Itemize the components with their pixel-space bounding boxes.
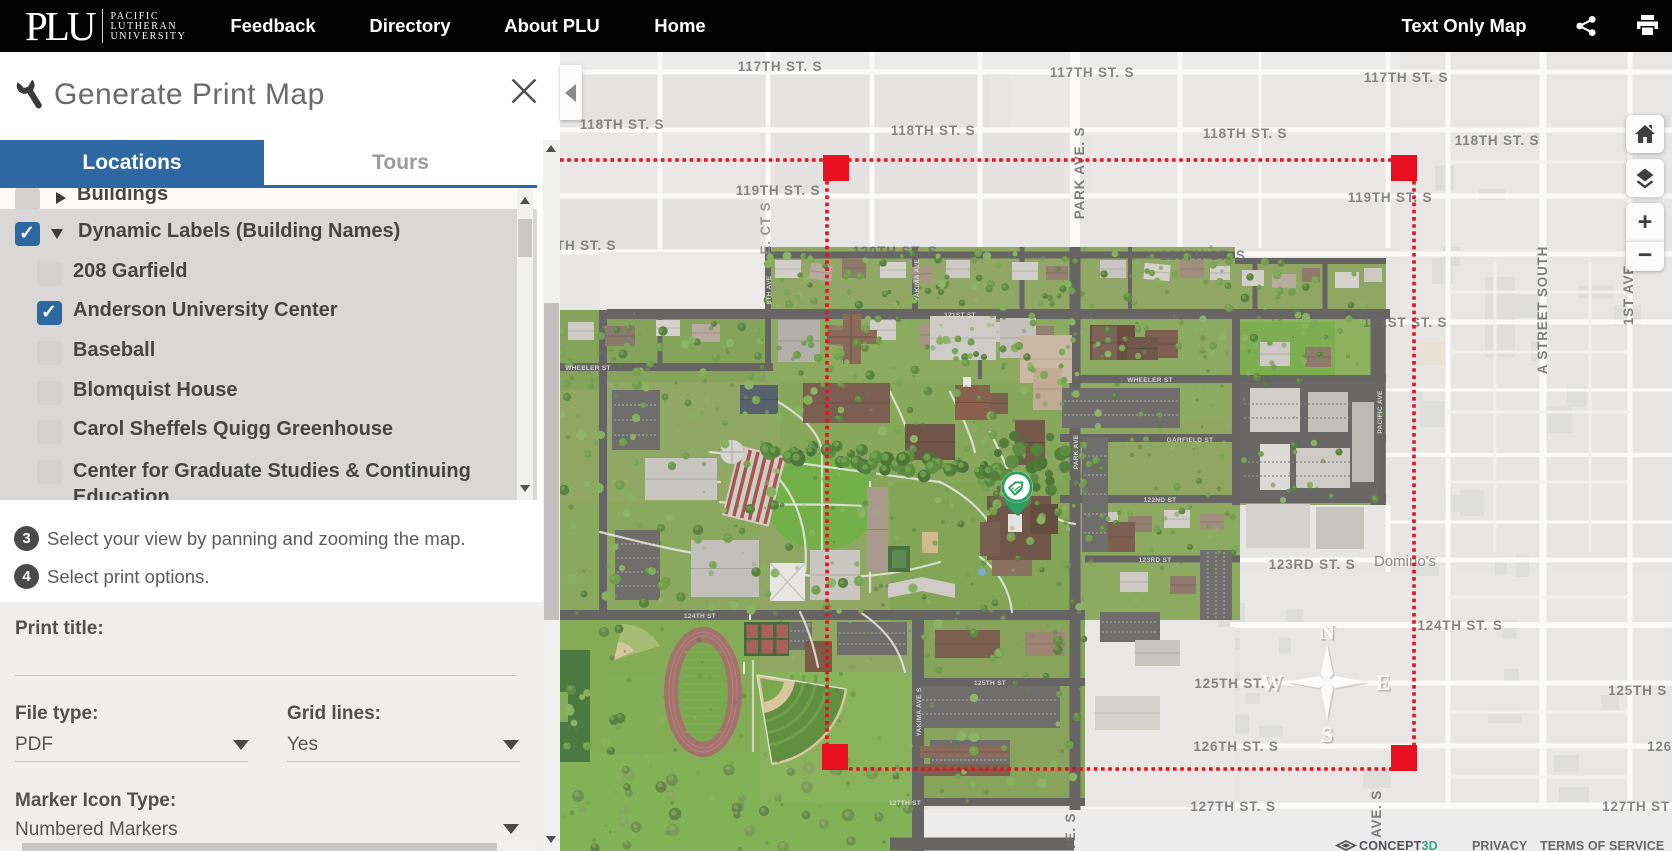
svg-text:126: 126 <box>1647 739 1672 754</box>
svg-text:121ST ST. S: 121ST ST. S <box>1363 315 1448 330</box>
svg-text:124TH ST: 124TH ST <box>684 613 716 620</box>
svg-text:119TH ST. S: 119TH ST. S <box>1348 190 1433 205</box>
svg-text:117TH ST. S: 117TH ST. S <box>1364 70 1449 85</box>
svg-text:123RD ST: 123RD ST <box>1139 557 1172 564</box>
svg-text:PACIFIC AVE: PACIFIC AVE <box>1377 390 1384 434</box>
svg-text:A STREET SOUTH: A STREET SOUTH <box>1535 246 1550 374</box>
svg-text:Domino's: Domino's <box>1374 553 1436 570</box>
svg-text:AVE. S: AVE. S <box>1369 790 1384 838</box>
svg-text:0TH ST. S: 0TH ST. S <box>560 238 616 253</box>
svg-text:WHEELER ST: WHEELER ST <box>1127 377 1173 384</box>
svg-text:118TH ST. S: 118TH ST. S <box>1455 133 1540 148</box>
svg-text:118TH ST. S: 118TH ST. S <box>580 117 665 132</box>
svg-text:120TH ST. S: 120TH ST. S <box>852 244 937 259</box>
svg-text:127TH ST: 127TH ST <box>889 800 921 807</box>
svg-text:117TH ST. S: 117TH ST. S <box>738 59 823 74</box>
svg-text:YAKIMA AVE S: YAKIMA AVE S <box>916 687 923 736</box>
svg-text:CONCEPT3D: CONCEPT3D <box>1359 839 1438 851</box>
svg-text:118TH ST. S: 118TH ST. S <box>1203 126 1288 141</box>
svg-text:121ST ST: 121ST ST <box>944 312 976 319</box>
svg-text:TERMS OF SERVICE: TERMS OF SERVICE <box>1540 839 1664 851</box>
svg-text:120TH ST. S: 120TH ST. S <box>1160 248 1245 263</box>
svg-text:123RD ST. S: 123RD ST. S <box>1269 557 1356 572</box>
svg-text:125TH ST: 125TH ST <box>974 680 1006 687</box>
svg-text:VE. S: VE. S <box>1063 813 1078 851</box>
svg-text:126TH ST. S: 126TH ST. S <box>1193 739 1278 754</box>
svg-text:GARFIELD ST: GARFIELD ST <box>1167 437 1214 444</box>
svg-text:127TH ST. S: 127TH ST. S <box>1190 799 1275 814</box>
svg-text:125TH S: 125TH S <box>1608 683 1667 698</box>
svg-text:1ST AVE: 1ST AVE <box>1621 265 1636 325</box>
svg-text:N: N <box>1319 619 1335 644</box>
svg-text:PRIVACY: PRIVACY <box>1472 839 1528 851</box>
svg-text:127TH ST: 127TH ST <box>1602 799 1670 814</box>
svg-text:122ND ST: 122ND ST <box>1144 497 1177 504</box>
svg-text:117TH ST. S: 117TH ST. S <box>1050 65 1135 80</box>
svg-text:PARK AVE. S: PARK AVE. S <box>1072 127 1087 220</box>
svg-text:118TH ST. S: 118TH ST. S <box>891 123 976 138</box>
svg-text:E. CT S: E. CT S <box>758 202 773 255</box>
svg-text:124TH ST. S: 124TH ST. S <box>1417 618 1502 633</box>
svg-text:E: E <box>1376 670 1391 695</box>
svg-text:WHEELER ST: WHEELER ST <box>565 365 611 372</box>
svg-text:PARK AVE: PARK AVE <box>1073 434 1080 469</box>
svg-text:S: S <box>1321 722 1333 747</box>
svg-text:YAKIMA AVE: YAKIMA AVE <box>914 259 921 302</box>
svg-text:119TH ST. S: 119TH ST. S <box>736 183 821 198</box>
svg-text:W: W <box>1261 670 1283 695</box>
svg-text:8TH AVE: 8TH AVE <box>766 275 773 304</box>
